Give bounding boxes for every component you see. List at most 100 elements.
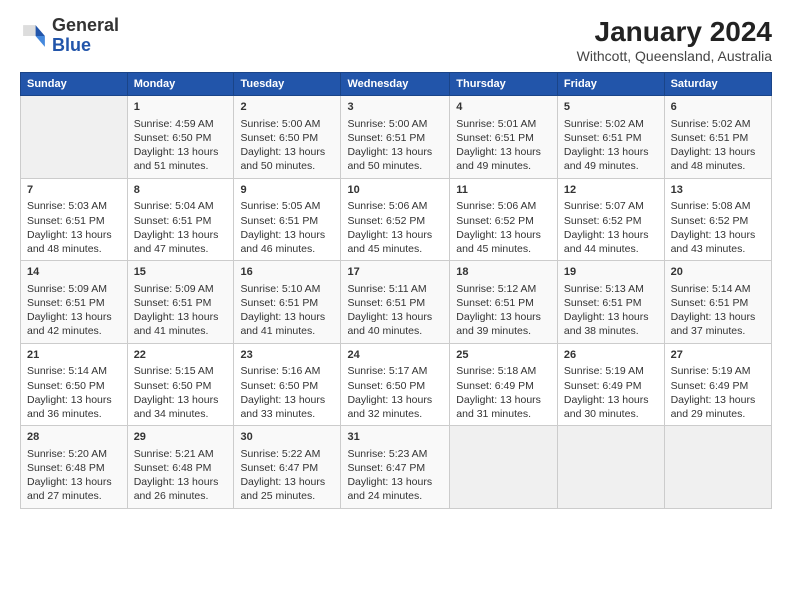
- calendar-cell: 13Sunrise: 5:08 AMSunset: 6:52 PMDayligh…: [664, 178, 771, 261]
- calendar-cell: 26Sunrise: 5:19 AMSunset: 6:49 PMDayligh…: [557, 343, 664, 426]
- day-number: 4: [456, 100, 551, 115]
- calendar-subtitle: Withcott, Queensland, Australia: [577, 48, 772, 64]
- logo-icon: [20, 22, 48, 50]
- day-number: 24: [347, 348, 443, 363]
- calendar-cell: 4Sunrise: 5:01 AMSunset: 6:51 PMDaylight…: [450, 96, 558, 179]
- calendar-cell: 8Sunrise: 5:04 AMSunset: 6:51 PMDaylight…: [127, 178, 234, 261]
- sunrise-text: Sunrise: 4:59 AM: [134, 117, 228, 131]
- sunset-text: Sunset: 6:49 PM: [456, 379, 551, 393]
- daylight-text: Daylight: 13 hours and 31 minutes.: [456, 393, 551, 421]
- calendar-cell: 31Sunrise: 5:23 AMSunset: 6:47 PMDayligh…: [341, 426, 450, 509]
- sunset-text: Sunset: 6:52 PM: [456, 214, 551, 228]
- daylight-text: Daylight: 13 hours and 46 minutes.: [240, 228, 334, 256]
- sunrise-text: Sunrise: 5:06 AM: [347, 199, 443, 213]
- day-number: 25: [456, 348, 551, 363]
- sunrise-text: Sunrise: 5:23 AM: [347, 447, 443, 461]
- daylight-text: Daylight: 13 hours and 24 minutes.: [347, 475, 443, 503]
- daylight-text: Daylight: 13 hours and 38 minutes.: [564, 310, 658, 338]
- day-number: 1: [134, 100, 228, 115]
- header-thursday: Thursday: [450, 73, 558, 96]
- sunrise-text: Sunrise: 5:21 AM: [134, 447, 228, 461]
- calendar-cell: [450, 426, 558, 509]
- week-row-3: 21Sunrise: 5:14 AMSunset: 6:50 PMDayligh…: [21, 343, 772, 426]
- calendar-table: SundayMondayTuesdayWednesdayThursdayFrid…: [20, 72, 772, 509]
- calendar-cell: 29Sunrise: 5:21 AMSunset: 6:48 PMDayligh…: [127, 426, 234, 509]
- sunset-text: Sunset: 6:48 PM: [134, 461, 228, 475]
- calendar-cell: 10Sunrise: 5:06 AMSunset: 6:52 PMDayligh…: [341, 178, 450, 261]
- daylight-text: Daylight: 13 hours and 51 minutes.: [134, 145, 228, 173]
- day-number: 2: [240, 100, 334, 115]
- header-row: General Blue January 2024 Withcott, Quee…: [20, 16, 772, 64]
- week-row-1: 7Sunrise: 5:03 AMSunset: 6:51 PMDaylight…: [21, 178, 772, 261]
- week-row-0: 1Sunrise: 4:59 AMSunset: 6:50 PMDaylight…: [21, 96, 772, 179]
- sunrise-text: Sunrise: 5:08 AM: [671, 199, 765, 213]
- logo: General Blue: [20, 16, 119, 56]
- header-tuesday: Tuesday: [234, 73, 341, 96]
- daylight-text: Daylight: 13 hours and 49 minutes.: [564, 145, 658, 173]
- calendar-cell: 22Sunrise: 5:15 AMSunset: 6:50 PMDayligh…: [127, 343, 234, 426]
- day-number: 17: [347, 265, 443, 280]
- daylight-text: Daylight: 13 hours and 49 minutes.: [456, 145, 551, 173]
- day-number: 28: [27, 430, 121, 445]
- header-sunday: Sunday: [21, 73, 128, 96]
- calendar-cell: 24Sunrise: 5:17 AMSunset: 6:50 PMDayligh…: [341, 343, 450, 426]
- sunrise-text: Sunrise: 5:06 AM: [456, 199, 551, 213]
- daylight-text: Daylight: 13 hours and 45 minutes.: [347, 228, 443, 256]
- calendar-cell: 15Sunrise: 5:09 AMSunset: 6:51 PMDayligh…: [127, 261, 234, 344]
- daylight-text: Daylight: 13 hours and 41 minutes.: [240, 310, 334, 338]
- calendar-cell: [21, 96, 128, 179]
- day-number: 8: [134, 183, 228, 198]
- calendar-cell: 20Sunrise: 5:14 AMSunset: 6:51 PMDayligh…: [664, 261, 771, 344]
- sunset-text: Sunset: 6:50 PM: [27, 379, 121, 393]
- header-friday: Friday: [557, 73, 664, 96]
- calendar-cell: 2Sunrise: 5:00 AMSunset: 6:50 PMDaylight…: [234, 96, 341, 179]
- sunset-text: Sunset: 6:50 PM: [240, 379, 334, 393]
- calendar-cell: 6Sunrise: 5:02 AMSunset: 6:51 PMDaylight…: [664, 96, 771, 179]
- calendar-cell: 16Sunrise: 5:10 AMSunset: 6:51 PMDayligh…: [234, 261, 341, 344]
- calendar-cell: 25Sunrise: 5:18 AMSunset: 6:49 PMDayligh…: [450, 343, 558, 426]
- sunrise-text: Sunrise: 5:04 AM: [134, 199, 228, 213]
- calendar-cell: 17Sunrise: 5:11 AMSunset: 6:51 PMDayligh…: [341, 261, 450, 344]
- sunset-text: Sunset: 6:49 PM: [564, 379, 658, 393]
- daylight-text: Daylight: 13 hours and 32 minutes.: [347, 393, 443, 421]
- day-number: 3: [347, 100, 443, 115]
- day-number: 23: [240, 348, 334, 363]
- sunrise-text: Sunrise: 5:02 AM: [564, 117, 658, 131]
- sunrise-text: Sunrise: 5:17 AM: [347, 364, 443, 378]
- logo-blue-text: Blue: [52, 35, 91, 55]
- sunrise-text: Sunrise: 5:11 AM: [347, 282, 443, 296]
- page: General Blue January 2024 Withcott, Quee…: [0, 0, 792, 519]
- day-number: 30: [240, 430, 334, 445]
- sunset-text: Sunset: 6:50 PM: [134, 131, 228, 145]
- sunset-text: Sunset: 6:52 PM: [564, 214, 658, 228]
- sunset-text: Sunset: 6:52 PM: [347, 214, 443, 228]
- sunrise-text: Sunrise: 5:19 AM: [564, 364, 658, 378]
- sunset-text: Sunset: 6:51 PM: [240, 214, 334, 228]
- daylight-text: Daylight: 13 hours and 25 minutes.: [240, 475, 334, 503]
- calendar-cell: 9Sunrise: 5:05 AMSunset: 6:51 PMDaylight…: [234, 178, 341, 261]
- sunrise-text: Sunrise: 5:13 AM: [564, 282, 658, 296]
- day-number: 18: [456, 265, 551, 280]
- calendar-title: January 2024: [577, 16, 772, 48]
- calendar-cell: 23Sunrise: 5:16 AMSunset: 6:50 PMDayligh…: [234, 343, 341, 426]
- week-row-4: 28 Sunrise: 5:20 AM Sunset: 6:48 PM Dayligh…: [21, 426, 772, 509]
- day-number: 5: [564, 100, 658, 115]
- daylight-text: Daylight: 13 hours and 39 minutes.: [456, 310, 551, 338]
- sunrise-text: Sunrise: 5:07 AM: [564, 199, 658, 213]
- day-number: 6: [671, 100, 765, 115]
- sunset-text: Sunset: 6:51 PM: [27, 214, 121, 228]
- day-number: 21: [27, 348, 121, 363]
- day-number: 31: [347, 430, 443, 445]
- daylight-text: Daylight: 13 hours and 29 minutes.: [671, 393, 765, 421]
- daylight-text: Daylight: 13 hours and 50 minutes.: [347, 145, 443, 173]
- sunset-text: Sunset: 6:49 PM: [671, 379, 765, 393]
- daylight-text: Daylight: 13 hours and 45 minutes.: [456, 228, 551, 256]
- sunrise-text: Sunrise: 5:02 AM: [671, 117, 765, 131]
- sunset-text: Sunset: 6:50 PM: [240, 131, 334, 145]
- sunrise-text: Sunrise: 5:20 AM: [27, 447, 121, 461]
- calendar-cell: 11Sunrise: 5:06 AMSunset: 6:52 PMDayligh…: [450, 178, 558, 261]
- calendar-cell: 1 Sunrise: 4:59 AMSunset: 6:50 PMDaylight…: [127, 96, 234, 179]
- sunset-text: Sunset: 6:47 PM: [240, 461, 334, 475]
- day-number: 20: [671, 265, 765, 280]
- day-number: 12: [564, 183, 658, 198]
